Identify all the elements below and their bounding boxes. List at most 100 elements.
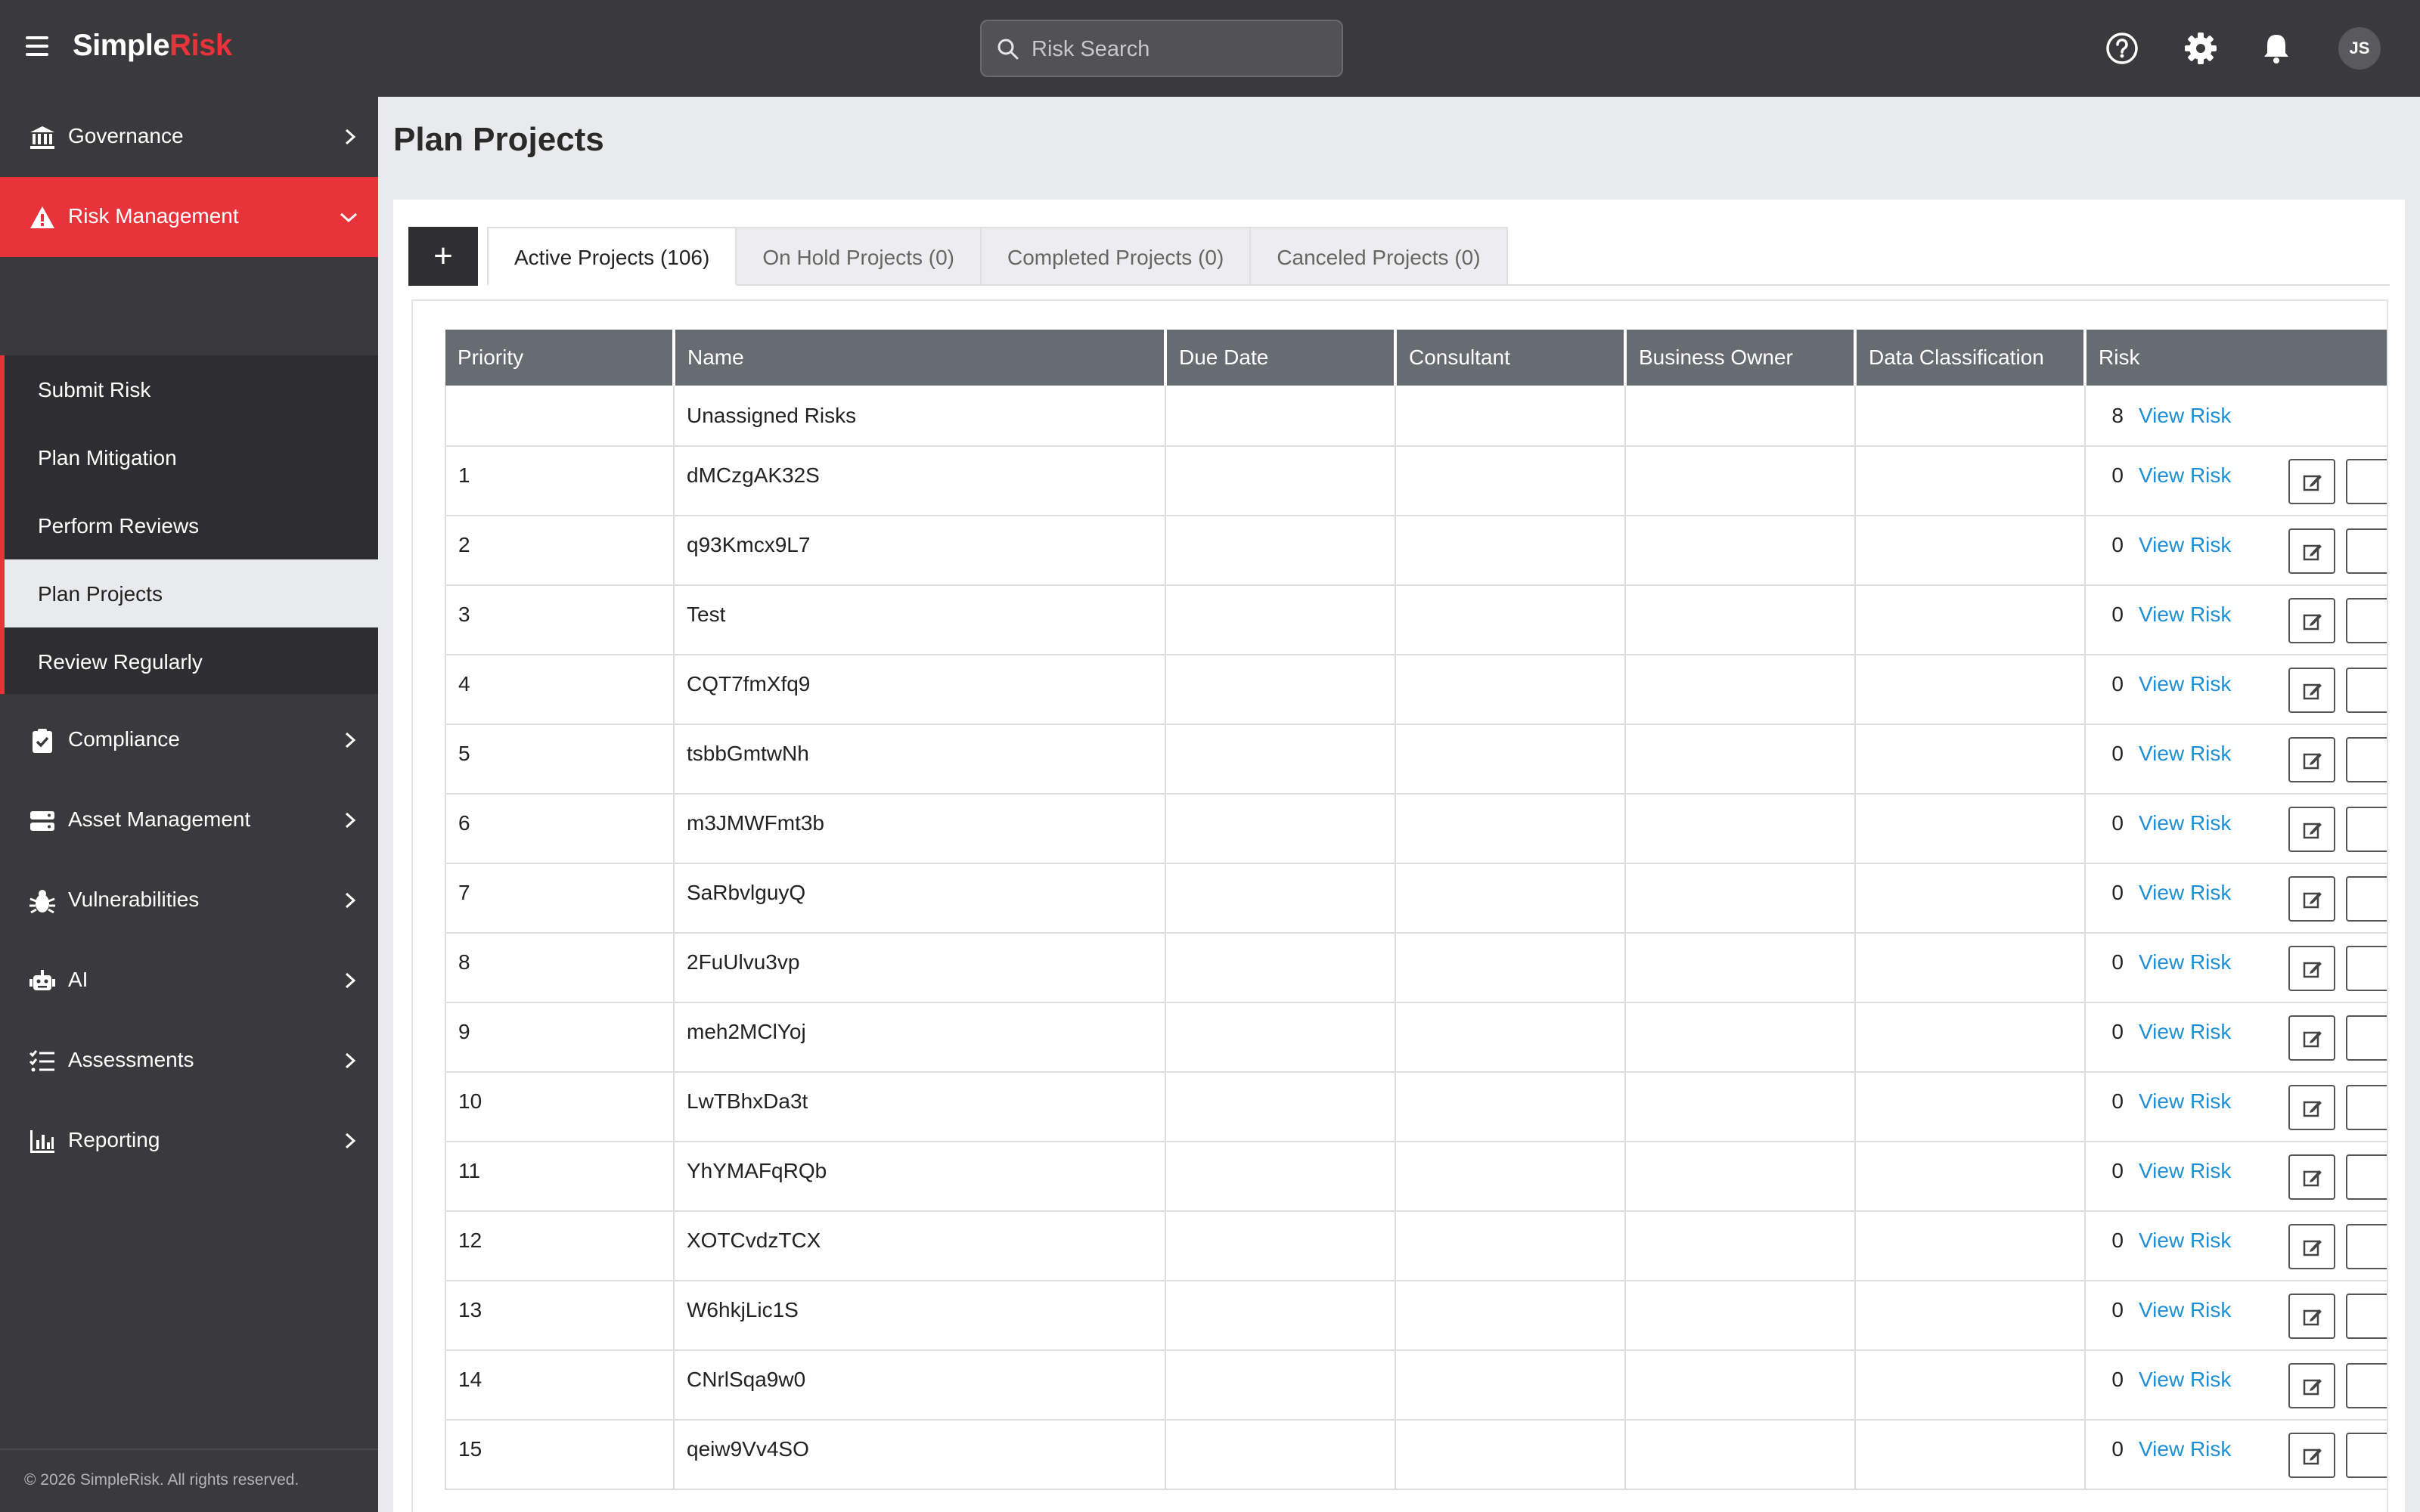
edit-project-button[interactable] <box>2288 528 2335 574</box>
view-risk-link[interactable]: View Risk <box>2139 950 2231 974</box>
table-row-unassigned: Unassigned Risks 8 View Risk <box>445 386 2387 447</box>
due-date-cell <box>1165 655 1396 725</box>
column-header-data-classification[interactable]: Data Classification <box>1855 330 2086 386</box>
due-date-cell <box>1165 1072 1396 1142</box>
delete-project-button[interactable] <box>2346 1294 2387 1339</box>
help-icon[interactable] <box>2102 29 2142 68</box>
tab-canceled-projects[interactable]: Canceled Projects (0) <box>1251 227 1508 286</box>
column-header-risk[interactable]: Risk <box>2085 330 2387 386</box>
sidebar-item-assessments[interactable]: Assessments <box>0 1021 378 1101</box>
table-row: 4 CQT7fmXfq9 0 View Risk <box>445 655 2387 725</box>
delete-project-button[interactable] <box>2346 946 2387 991</box>
bell-icon[interactable] <box>2257 29 2296 68</box>
view-risk-link[interactable]: View Risk <box>2139 881 2231 904</box>
delete-project-button[interactable] <box>2346 1085 2387 1130</box>
simplerisk-logo[interactable]: SimpleRisk <box>73 29 232 63</box>
column-header-due-date[interactable]: Due Date <box>1165 330 1397 386</box>
sidebar-item-label: AI <box>68 968 88 991</box>
view-risk-link[interactable]: View Risk <box>2139 603 2231 626</box>
view-risk-link[interactable]: View Risk <box>2139 1020 2231 1043</box>
delete-project-button[interactable] <box>2346 459 2387 504</box>
edit-project-button[interactable] <box>2288 1224 2335 1269</box>
view-risk-link[interactable]: View Risk <box>2139 404 2231 427</box>
search-icon <box>997 39 1019 60</box>
view-risk-link[interactable]: View Risk <box>2139 672 2231 696</box>
due-date-cell <box>1165 516 1396 586</box>
edit-project-button[interactable] <box>2288 1015 2335 1061</box>
view-risk-link[interactable]: View Risk <box>2139 463 2231 487</box>
chevron-right-icon <box>345 129 356 145</box>
add-project-button[interactable]: + <box>408 227 478 286</box>
column-header-priority[interactable]: Priority <box>445 330 675 386</box>
view-risk-link[interactable]: View Risk <box>2139 1228 2231 1252</box>
edit-project-button[interactable] <box>2288 459 2335 504</box>
edit-project-button[interactable] <box>2288 668 2335 713</box>
column-header-consultant[interactable]: Consultant <box>1395 330 1627 386</box>
edit-project-button[interactable] <box>2288 807 2335 852</box>
delete-project-button[interactable] <box>2346 1433 2387 1478</box>
hamburger-menu-icon[interactable] <box>26 36 48 56</box>
submenu-perform-reviews[interactable]: Perform Reviews <box>5 491 378 559</box>
consultant-cell <box>1395 863 1626 934</box>
view-risk-link[interactable]: View Risk <box>2139 1437 2231 1461</box>
chevron-right-icon <box>345 812 356 829</box>
name-cell: 2FuUlvu3vp <box>673 933 1166 1003</box>
delete-project-button[interactable] <box>2346 1224 2387 1269</box>
view-risk-link[interactable]: View Risk <box>2139 811 2231 835</box>
edit-project-button[interactable] <box>2288 1294 2335 1339</box>
sidebar-item-vulnerabilities[interactable]: Vulnerabilities <box>0 860 378 940</box>
view-risk-link[interactable]: View Risk <box>2139 742 2231 765</box>
risk-search-box[interactable] <box>980 20 1343 77</box>
delete-project-button[interactable] <box>2346 528 2387 574</box>
submenu-plan-projects[interactable]: Plan Projects <box>5 559 378 627</box>
edit-project-button[interactable] <box>2288 946 2335 991</box>
view-risk-link[interactable]: View Risk <box>2139 1298 2231 1321</box>
edit-project-button[interactable] <box>2288 1085 2335 1130</box>
sidebar-item-risk-management[interactable]: Risk Management <box>0 177 378 257</box>
edit-project-button[interactable] <box>2288 1154 2335 1200</box>
table-row: 14 CNrlSqa9w0 0 View Risk <box>445 1350 2387 1421</box>
page-title: Plan Projects <box>393 121 604 158</box>
delete-project-button[interactable] <box>2346 668 2387 713</box>
tab-active-projects[interactable]: Active Projects (106) <box>487 227 737 286</box>
edit-project-button[interactable] <box>2288 737 2335 782</box>
sidebar-item-asset-management[interactable]: Asset Management <box>0 780 378 860</box>
gear-icon[interactable] <box>2181 29 2220 68</box>
priority-cell: 6 <box>445 794 675 864</box>
chevron-right-icon <box>345 732 356 748</box>
edit-project-button[interactable] <box>2288 1433 2335 1478</box>
name-cell: Unassigned Risks <box>673 386 1166 447</box>
submenu-plan-mitigation[interactable]: Plan Mitigation <box>5 423 378 491</box>
due-date-cell <box>1165 1211 1396 1281</box>
sidebar-item-governance[interactable]: Governance <box>0 97 378 177</box>
delete-project-button[interactable] <box>2346 1154 2387 1200</box>
edit-project-button[interactable] <box>2288 598 2335 643</box>
sidebar-item-reporting[interactable]: Reporting <box>0 1101 378 1181</box>
delete-project-button[interactable] <box>2346 1363 2387 1408</box>
submenu-submit-risk[interactable]: Submit Risk <box>5 355 378 423</box>
tab-on-hold-projects[interactable]: On Hold Projects (0) <box>737 227 982 286</box>
business-owner-cell <box>1624 1002 1856 1073</box>
edit-project-button[interactable] <box>2288 1363 2335 1408</box>
view-risk-link[interactable]: View Risk <box>2139 533 2231 556</box>
sidebar-item-compliance[interactable]: Compliance <box>0 700 378 780</box>
risk-search-input[interactable] <box>1032 33 1326 65</box>
edit-project-button[interactable] <box>2288 876 2335 922</box>
submenu-review-regularly[interactable]: Review Regularly <box>5 627 378 696</box>
delete-project-button[interactable] <box>2346 737 2387 782</box>
delete-project-button[interactable] <box>2346 807 2387 852</box>
user-avatar[interactable]: JS <box>2338 27 2381 70</box>
data-classification-cell <box>1854 1002 2086 1073</box>
sidebar-item-ai[interactable]: AI <box>0 940 378 1021</box>
delete-project-button[interactable] <box>2346 876 2387 922</box>
view-risk-link[interactable]: View Risk <box>2139 1089 2231 1113</box>
view-risk-link[interactable]: View Risk <box>2139 1159 2231 1182</box>
column-header-business-owner[interactable]: Business Owner <box>1625 330 1857 386</box>
risk-cell: 0 View Risk <box>2084 933 2387 1003</box>
view-risk-link[interactable]: View Risk <box>2139 1368 2231 1391</box>
tab-completed-projects[interactable]: Completed Projects (0) <box>981 227 1252 286</box>
delete-project-button[interactable] <box>2346 598 2387 643</box>
column-header-name[interactable]: Name <box>674 330 1167 386</box>
delete-project-button[interactable] <box>2346 1015 2387 1061</box>
risk-cell: 0 View Risk <box>2084 1002 2387 1073</box>
